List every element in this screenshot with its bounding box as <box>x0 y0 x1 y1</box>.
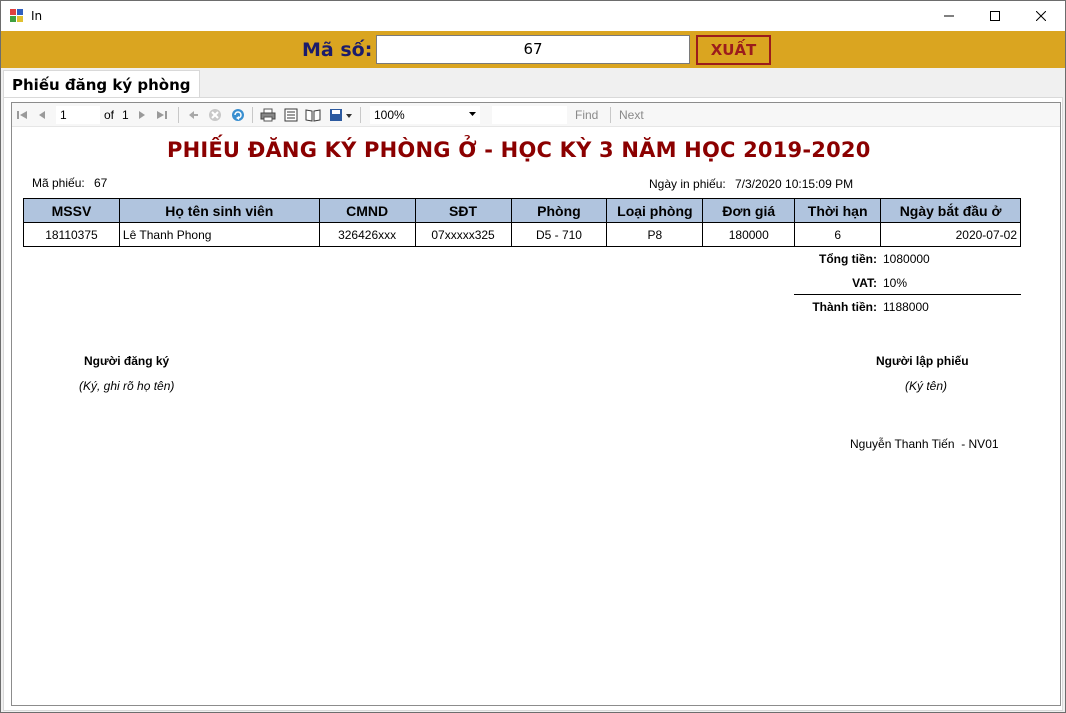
last-page-icon <box>157 111 167 119</box>
first-page-button[interactable] <box>14 107 30 123</box>
column-header: Loại phòng <box>606 198 704 223</box>
ngay-in-label: Ngày in phiếu: <box>649 177 726 191</box>
column-header: CMND <box>318 198 416 223</box>
column-header: Họ tên sinh viên <box>118 198 320 223</box>
tab-page: 1 of 1 100% Find Next PHIẾU ĐĂNG KÝ PHÒN… <box>3 97 1063 711</box>
tong-tien-label: Tổng tiền: <box>819 252 877 266</box>
tab-strip: Phiếu đăng ký phòng <box>1 68 1065 100</box>
tab-phieu-dang-ky-phong[interactable]: Phiếu đăng ký phòng <box>3 70 200 100</box>
back-arrow-icon <box>189 111 198 119</box>
toolbar-separator <box>252 107 253 123</box>
tong-tien-value: 1080000 <box>883 252 930 266</box>
nguoi-lap-note: (Ký tên) <box>905 379 948 393</box>
thanh-tien-value: 1188000 <box>883 300 929 314</box>
total-pages: 1 <box>122 108 129 122</box>
registration-table: MSSV Họ tên sinh viên CMND SĐT Phòng Loạ… <box>23 198 1021 247</box>
toolbar-separator <box>178 107 179 123</box>
top-input-bar: Mã số: 67 XUẤT <box>1 31 1065 68</box>
printer-icon <box>260 108 276 122</box>
toolbar-separator <box>610 107 611 123</box>
report-title: PHIẾU ĐĂNG KÝ PHÒNG Ở - HỌC KỲ 3 NĂM HỌC… <box>167 138 871 162</box>
report-viewer: 1 of 1 100% Find Next PHIẾU ĐĂNG KÝ PHÒN… <box>11 102 1061 706</box>
previous-page-button[interactable] <box>34 107 50 123</box>
next-page-icon <box>139 111 145 119</box>
table-cell: 2020-07-02 <box>880 222 1021 247</box>
nguoi-dang-ky-note: (Ký, ghi rõ họ tên) <box>79 379 175 393</box>
xuat-button[interactable]: XUẤT <box>696 35 771 65</box>
report-toolbar: 1 of 1 100% Find Next <box>12 103 1060 127</box>
toolbar-separator <box>360 107 361 123</box>
nguoi-lap-name: Nguyễn Thanh Tiến - NV01 <box>850 437 999 451</box>
find-input[interactable] <box>492 106 567 124</box>
find-button[interactable]: Find <box>575 108 598 122</box>
back-button[interactable] <box>185 107 201 123</box>
export-button[interactable] <box>328 107 354 123</box>
table-cell: 326426xxx <box>318 222 416 247</box>
chevron-down-icon <box>469 112 476 116</box>
ngay-in-value: 7/3/2020 10:15:09 PM <box>735 177 854 191</box>
save-export-icon <box>330 109 352 121</box>
refresh-button[interactable] <box>230 107 246 123</box>
total-divider <box>794 294 1021 295</box>
ma-phieu-label: Mã phiếu: <box>32 176 85 190</box>
table-cell: 18110375 <box>23 222 120 247</box>
table-cell: P8 <box>606 222 704 247</box>
table-cell: Lê Thanh Phong <box>118 222 320 247</box>
zoom-select[interactable]: 100% <box>370 106 480 124</box>
app-icon <box>10 9 23 22</box>
thanh-tien-label: Thành tiền: <box>812 300 877 314</box>
ma-so-input[interactable]: 67 <box>376 35 690 64</box>
page-setup-button[interactable] <box>305 107 321 123</box>
next-page-button[interactable] <box>134 107 150 123</box>
vat-value: 10% <box>883 276 908 290</box>
refresh-icon <box>232 109 244 121</box>
nguoi-lap-label: Người lập phiếu <box>876 354 969 368</box>
last-page-button[interactable] <box>154 107 170 123</box>
table-cell: 180000 <box>702 222 796 247</box>
window-title: In <box>31 9 43 23</box>
stop-button[interactable] <box>207 107 223 123</box>
maximize-button[interactable] <box>972 1 1018 31</box>
print-button[interactable] <box>260 107 276 123</box>
table-cell: 07xxxxx325 <box>414 222 512 247</box>
stop-icon <box>209 109 221 121</box>
table-row: 18110375 Lê Thanh Phong 326426xxx 07xxxx… <box>23 222 1021 247</box>
close-button[interactable] <box>1018 1 1064 31</box>
previous-page-icon <box>39 111 45 119</box>
minimize-icon <box>944 15 954 17</box>
of-label: of <box>104 108 115 122</box>
page-number-input[interactable]: 1 <box>56 106 100 124</box>
report-page: PHIẾU ĐĂNG KÝ PHÒNG Ở - HỌC KỲ 3 NĂM HỌC… <box>12 128 1060 705</box>
table-cell: D5 - 710 <box>510 222 608 247</box>
column-header: Ngày bắt đầu ở <box>880 198 1021 223</box>
close-icon <box>1036 11 1046 21</box>
book-icon <box>305 109 321 122</box>
nguoi-dang-ky-label: Người đăng ký <box>84 354 170 368</box>
title-bar: In <box>1 1 1065 31</box>
maximize-icon <box>990 11 1000 21</box>
print-layout-button[interactable] <box>283 107 299 123</box>
table-cell: 6 <box>794 222 882 247</box>
column-header: MSSV <box>23 198 120 223</box>
app-window: In Mã số: 67 XUẤT Phiếu đăng ký phòng 1 … <box>0 0 1066 713</box>
ma-so-label: Mã số: <box>302 39 373 61</box>
ma-phieu-value: 67 <box>94 176 108 190</box>
column-header: Thời hạn <box>794 198 882 223</box>
minimize-button[interactable] <box>926 1 972 31</box>
column-header: SĐT <box>414 198 512 223</box>
page-layout-icon <box>284 108 298 122</box>
column-header: Phòng <box>510 198 608 223</box>
vat-label: VAT: <box>852 276 877 290</box>
column-header: Đơn giá <box>702 198 796 223</box>
first-page-icon <box>17 111 27 119</box>
next-button[interactable]: Next <box>619 108 644 122</box>
zoom-value: 100% <box>374 108 405 122</box>
table-header-row: MSSV Họ tên sinh viên CMND SĐT Phòng Loạ… <box>23 198 1021 223</box>
